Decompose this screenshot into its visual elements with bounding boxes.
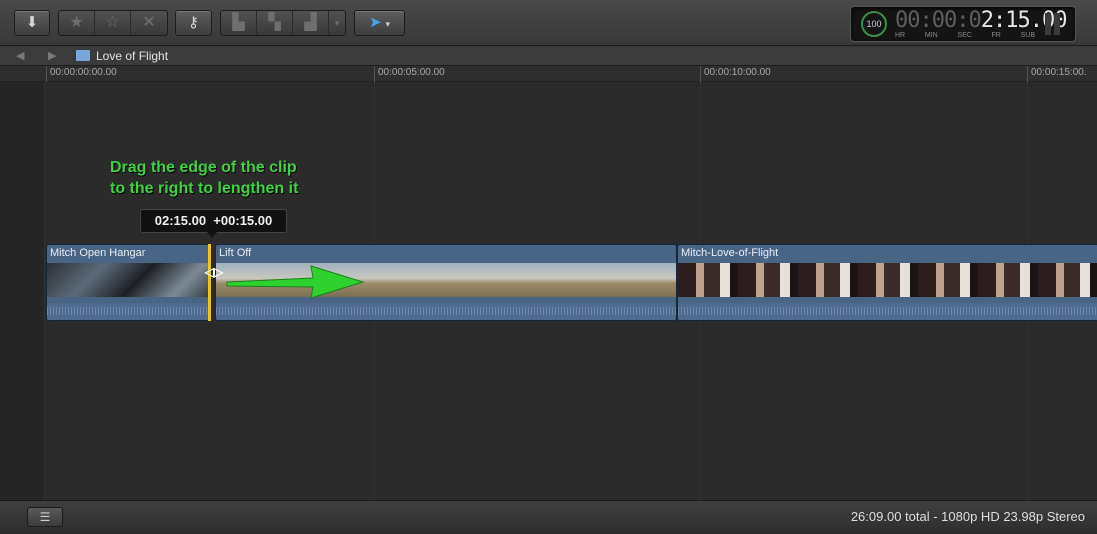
arrow-pointer-icon: ➤ [368,14,382,31]
clip-audio-waveform [47,303,211,320]
tooltip-text: 02:15.00 +00:15.00 [154,213,273,228]
connect-clip-icon: ▙ [232,14,245,31]
timecode-dim-digits: 00:00:0 [895,8,982,33]
selected-clip-edge[interactable] [208,244,211,321]
toolbar: ⬇ ★ ☆ ✕ ⚷ ▙ ▚ ▟ ▾ ➤▾ 100 00:00:02:15.00 [0,0,1097,46]
trim-cursor-icon: ◁▷ [204,265,224,279]
clip-mitch-open-hangar[interactable]: Mitch Open Hangar [46,244,212,321]
insert-clip-button[interactable]: ▚ [257,11,293,35]
download-arrow-icon: ⬇ [25,14,39,31]
ruler-tick [46,66,47,82]
chevron-down-icon: ▾ [334,18,340,28]
project-title: Love of Flight [96,49,169,63]
timeline-gutter [0,82,45,500]
background-tasks-indicator[interactable]: 100 [861,11,887,37]
tc-label-fr: FR [991,32,1001,39]
keyword-editor-button[interactable]: ⚷ [175,10,212,36]
clip-filmstrip [678,263,1097,297]
timeline-index-button[interactable]: ☰ [27,507,63,527]
key-icon: ⚷ [188,14,199,31]
clip-mitch-love-of-flight[interactable]: Mitch-Love-of-Flight [677,244,1097,321]
clip-title: Lift Off [219,247,252,259]
clip-audio-waveform [678,303,1097,320]
clip-filmstrip [47,263,211,297]
clip-title: Mitch-Love-of-Flight [681,247,779,259]
annotation-line-2: to the right to lengthen it [110,180,299,197]
timecode-labels: HR MIN SEC FR SUB [895,32,1035,39]
instruction-annotation: Drag the edge of the clip to the right t… [110,157,298,199]
ruler-tick [374,66,375,82]
back-arrow-icon[interactable]: ◀ [16,49,24,62]
forward-arrow-icon[interactable]: ▶ [48,49,56,62]
unrate-star-icon: ☆ [105,14,120,31]
unrate-button[interactable]: ☆ [95,11,131,35]
edit-button-group: ▙ ▚ ▟ ▾ [220,10,346,36]
favorite-button[interactable]: ★ [59,11,95,35]
chevron-down-icon: ▾ [385,19,391,29]
append-clip-button[interactable]: ▟ [293,11,329,35]
timeline-navigation-bar: ◀ ▶ Love of Flight [0,46,1097,66]
project-summary: 26:09.00 total - 1080p HD 23.98p Stereo [850,509,1085,524]
clip-audio-waveform [216,303,676,320]
tc-percent: 100 [866,19,882,29]
annotation-line-1: Drag the edge of the clip [110,159,297,176]
tc-label-sec: SEC [957,32,972,39]
append-clip-icon: ▟ [304,14,317,31]
final-cut-pro-timeline-window: ⬇ ★ ☆ ✕ ⚷ ▙ ▚ ▟ ▾ ➤▾ 100 00:00:02:15.00 [0,0,1097,534]
timeline-ruler[interactable]: 00:00:00:00.00 00:00:05:00.00 00:00:10:0… [0,66,1097,82]
insert-clip-icon: ▚ [268,14,281,31]
status-bar: ☰ 26:09.00 total - 1080p HD 23.98p Stere… [0,500,1097,534]
tooltip-pointer [207,232,217,238]
edit-options-dropdown[interactable]: ▾ [329,11,345,35]
tc-label-min: MIN [924,32,938,39]
dashboard-timecode[interactable]: 100 00:00:02:15.00 HR MIN SEC FR SUB [850,6,1076,42]
favorite-star-icon: ★ [69,14,84,31]
tc-label-sub: SUB [1020,32,1035,39]
ruler-label-0: 00:00:00:00.00 [50,67,117,78]
reject-x-icon: ✕ [142,14,156,31]
ruler-tick [700,66,701,82]
trim-timecode-tooltip: 02:15.00 +00:15.00 [140,209,287,233]
import-button[interactable]: ⬇ [14,10,50,36]
list-icon: ☰ [39,510,51,524]
clip-title: Mitch Open Hangar [50,247,146,259]
ruler-label-15: 00:00:15:00. [1031,67,1087,78]
select-tool-button[interactable]: ➤ ▾ [354,10,405,36]
timecode-display: 00:00:02:15.00 [895,8,1067,33]
rating-button-group: ★ ☆ ✕ [58,10,168,36]
reject-button[interactable]: ✕ [131,11,167,35]
pause-icon [1045,13,1063,35]
connect-clip-button[interactable]: ▙ [221,11,257,35]
clapper-icon [76,50,90,61]
ruler-label-5: 00:00:05:00.00 [378,67,445,78]
tc-label-hr: HR [895,32,906,39]
green-arrow-icon [226,265,365,299]
ruler-label-10: 00:00:10:00.00 [704,67,771,78]
ruler-tick [1027,66,1028,82]
